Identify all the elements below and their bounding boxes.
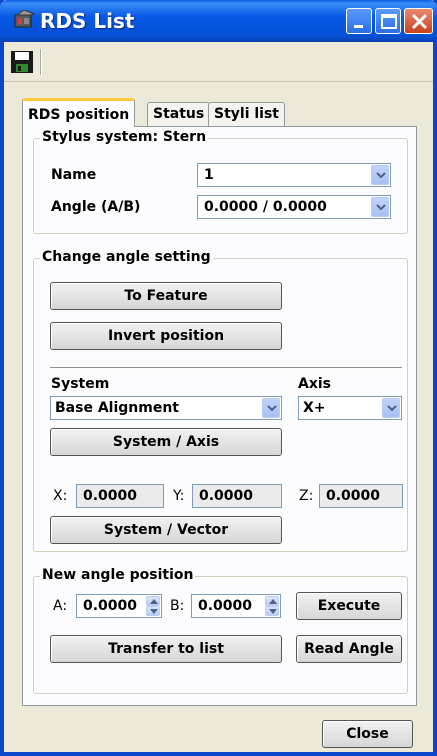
name-label: Name bbox=[51, 167, 97, 183]
system-vector-button[interactable]: System / Vector bbox=[50, 516, 282, 544]
y-field[interactable]: 0.0000 bbox=[192, 484, 282, 508]
axis-value: X+ bbox=[303, 400, 326, 416]
close-button[interactable]: Close bbox=[322, 720, 413, 748]
system-combo[interactable]: Base Alignment bbox=[50, 396, 282, 420]
a-spinner[interactable]: 0.0000 bbox=[76, 594, 162, 618]
stylus-system-group: Stylus system: Stern Name 1 Angle (A/B) … bbox=[33, 129, 408, 234]
z-field[interactable]: 0.0000 bbox=[319, 484, 403, 508]
angle-combo[interactable]: 0.0000 / 0.0000 bbox=[197, 195, 391, 219]
chevron-down-icon[interactable] bbox=[262, 398, 280, 418]
a-spin-buttons[interactable] bbox=[146, 596, 160, 616]
y-label: Y: bbox=[173, 488, 185, 504]
change-angle-legend: Change angle setting bbox=[40, 249, 213, 265]
toolbar bbox=[4, 42, 433, 82]
angle-value: 0.0000 / 0.0000 bbox=[204, 199, 327, 215]
execute-button[interactable]: Execute bbox=[296, 592, 402, 620]
system-label: System bbox=[51, 376, 110, 392]
tab-status[interactable]: Status bbox=[147, 102, 211, 126]
name-combo[interactable]: 1 bbox=[197, 163, 391, 187]
tab-styli-list[interactable]: Styli list bbox=[208, 102, 285, 126]
save-button[interactable] bbox=[10, 50, 34, 74]
chevron-down-icon[interactable] bbox=[371, 197, 389, 217]
transfer-to-list-button[interactable]: Transfer to list bbox=[50, 635, 282, 663]
b-label: B: bbox=[170, 598, 185, 614]
title-bar[interactable]: RDS List bbox=[0, 0, 437, 42]
maximize-button[interactable] bbox=[375, 8, 401, 34]
maximize-icon bbox=[381, 14, 397, 29]
system-value: Base Alignment bbox=[55, 400, 179, 416]
y-value: 0.0000 bbox=[199, 488, 254, 504]
b-spinner[interactable]: 0.0000 bbox=[191, 594, 281, 618]
spin-down-icon[interactable] bbox=[146, 606, 160, 616]
x-label: X: bbox=[53, 488, 68, 504]
axis-label: Axis bbox=[298, 376, 331, 392]
toolbar-separator bbox=[40, 49, 42, 75]
a-value: 0.0000 bbox=[83, 598, 138, 614]
angle-label: Angle (A/B) bbox=[51, 199, 141, 215]
new-angle-legend: New angle position bbox=[40, 567, 196, 583]
spin-up-icon[interactable] bbox=[146, 596, 160, 606]
x-field[interactable]: 0.0000 bbox=[76, 484, 164, 508]
spin-up-icon[interactable] bbox=[265, 596, 279, 606]
new-angle-group: New angle position A: 0.0000 B: 0.0000 E… bbox=[33, 567, 408, 694]
change-angle-group: Change angle setting To Feature Invert p… bbox=[33, 249, 408, 552]
app-icon bbox=[14, 9, 36, 30]
window-title: RDS List bbox=[40, 9, 135, 33]
chevron-down-icon[interactable] bbox=[382, 398, 400, 418]
z-value: 0.0000 bbox=[326, 488, 381, 504]
close-window-button[interactable] bbox=[404, 8, 433, 34]
minimize-button[interactable] bbox=[346, 8, 372, 34]
x-value: 0.0000 bbox=[83, 488, 138, 504]
tab-panel-rds-position: Stylus system: Stern Name 1 Angle (A/B) … bbox=[22, 126, 417, 706]
system-axis-button[interactable]: System / Axis bbox=[50, 428, 282, 456]
b-value: 0.0000 bbox=[198, 598, 253, 614]
name-value: 1 bbox=[204, 167, 214, 183]
minimize-icon bbox=[354, 25, 363, 28]
close-icon bbox=[411, 13, 428, 30]
spin-down-icon[interactable] bbox=[265, 606, 279, 616]
axis-combo[interactable]: X+ bbox=[298, 396, 402, 420]
tab-rds-position[interactable]: RDS position bbox=[22, 98, 136, 127]
invert-position-button[interactable]: Invert position bbox=[50, 322, 282, 350]
b-spin-buttons[interactable] bbox=[265, 596, 279, 616]
to-feature-button[interactable]: To Feature bbox=[50, 282, 282, 310]
read-angle-button[interactable]: Read Angle bbox=[296, 635, 402, 663]
z-label: Z: bbox=[299, 488, 314, 504]
section-divider bbox=[50, 367, 402, 369]
save-icon bbox=[11, 51, 33, 73]
stylus-system-legend: Stylus system: Stern bbox=[40, 129, 209, 145]
chevron-down-icon[interactable] bbox=[371, 165, 389, 185]
a-label: A: bbox=[53, 598, 68, 614]
